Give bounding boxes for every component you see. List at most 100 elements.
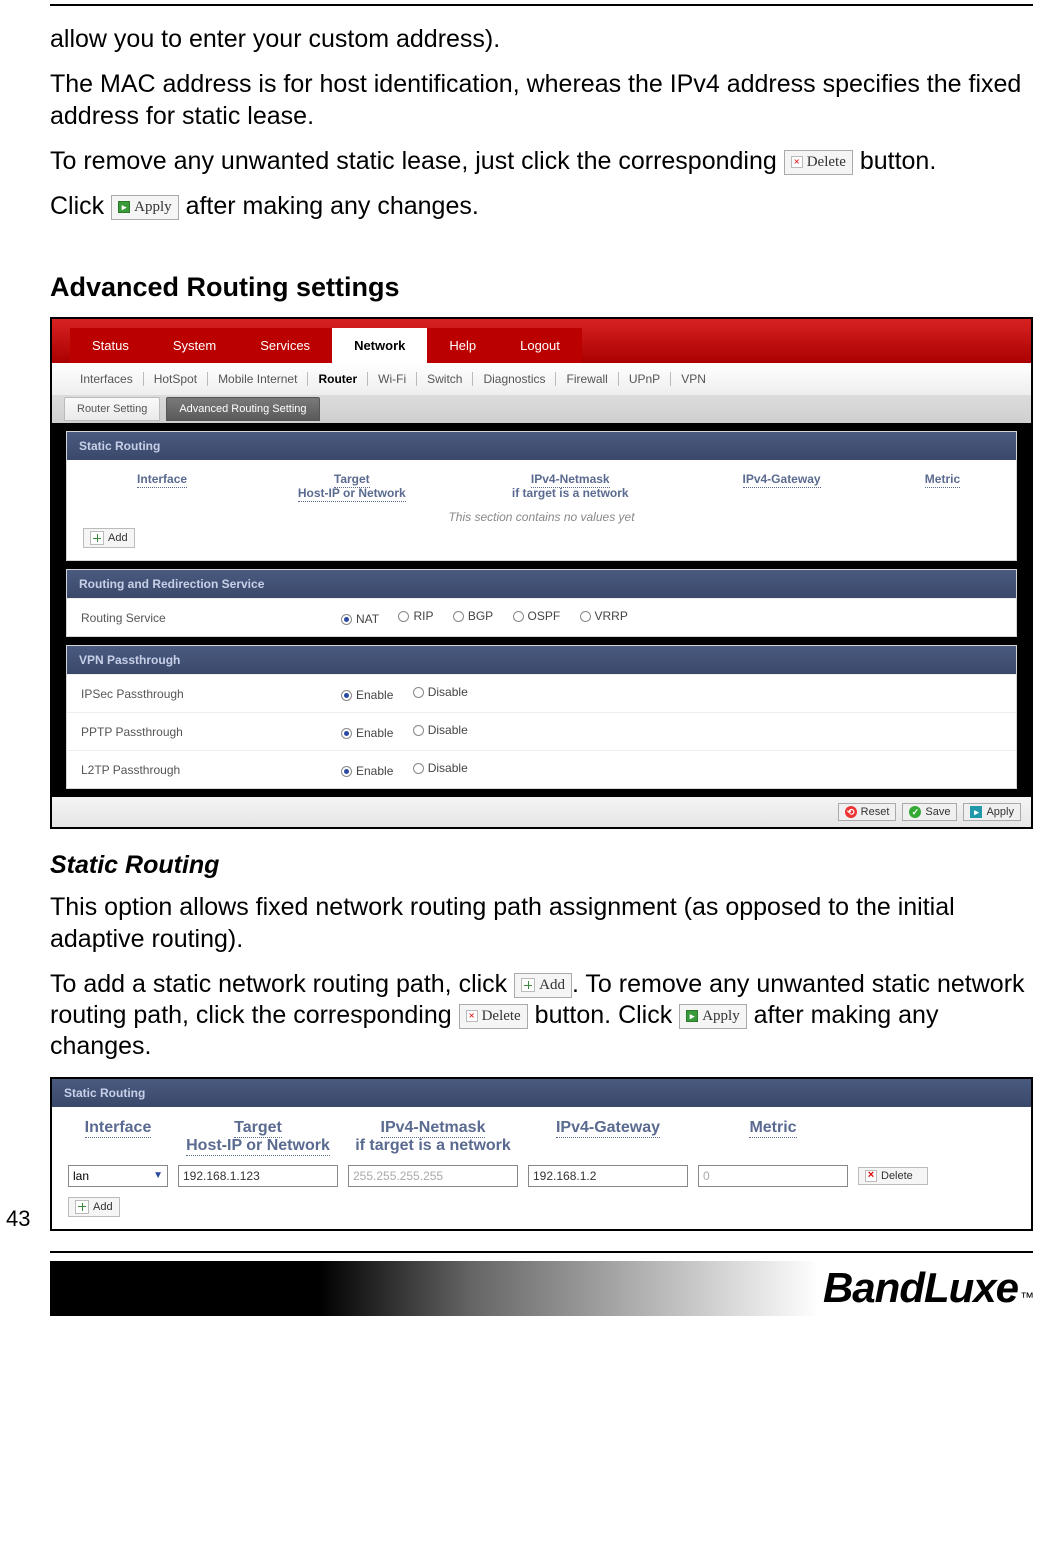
col-netmask: IPv4-Netmaskif target is a network bbox=[462, 472, 678, 500]
subtab-switch[interactable]: Switch bbox=[416, 372, 472, 386]
select-value: lan bbox=[73, 1169, 89, 1183]
radio-icon bbox=[413, 725, 424, 736]
metric-input[interactable] bbox=[698, 1165, 848, 1187]
subtab-diagnostics[interactable]: Diagnostics bbox=[472, 372, 555, 386]
page-tab-advanced-routing[interactable]: Advanced Routing Setting bbox=[166, 397, 319, 421]
static-routing-example: Static Routing Interface TargetHost-IP o… bbox=[50, 1077, 1033, 1231]
static-routing-panel: Static Routing Interface TargetHost-IP o… bbox=[66, 431, 1017, 561]
apply-button[interactable]: ▸Apply bbox=[963, 803, 1021, 821]
subsection-heading: Static Routing bbox=[50, 851, 1033, 880]
delete-button[interactable]: ×Delete bbox=[459, 1004, 528, 1029]
subtab-wifi[interactable]: Wi-Fi bbox=[367, 372, 416, 386]
delete-button[interactable]: ×Delete bbox=[784, 150, 853, 175]
col-target: TargetHost-IP or Network bbox=[251, 472, 452, 500]
col-gateway: IPv4-Gateway bbox=[528, 1119, 688, 1155]
paragraph: allow you to enter your custom address). bbox=[50, 24, 1033, 55]
netmask-input[interactable] bbox=[348, 1165, 518, 1187]
paragraph: This option allows fixed network routing… bbox=[50, 892, 1033, 955]
radio-nat[interactable]: NAT bbox=[341, 612, 379, 626]
radio-icon bbox=[341, 766, 352, 777]
radio-enable[interactable]: Enable bbox=[341, 688, 393, 702]
plus-icon bbox=[90, 531, 104, 545]
plus-icon bbox=[75, 1200, 89, 1214]
tab-services[interactable]: Services bbox=[238, 328, 332, 363]
top-rule bbox=[50, 4, 1033, 6]
tab-status[interactable]: Status bbox=[70, 328, 151, 363]
subtab-mobile-internet[interactable]: Mobile Internet bbox=[207, 372, 307, 386]
col-metric: Metric bbox=[885, 472, 1000, 500]
reset-button[interactable]: ⟲Reset bbox=[838, 803, 897, 821]
subtab-upnp[interactable]: UPnP bbox=[618, 372, 670, 386]
empty-message: This section contains no values yet bbox=[83, 500, 1000, 528]
row-label: IPSec Passthrough bbox=[81, 687, 341, 701]
play-icon: ▸ bbox=[970, 806, 982, 818]
subtab-router[interactable]: Router bbox=[307, 372, 367, 386]
target-input[interactable] bbox=[178, 1165, 338, 1187]
radio-label: VRRP bbox=[595, 609, 628, 623]
tab-help[interactable]: Help bbox=[427, 328, 498, 363]
subtab-hotspot[interactable]: HotSpot bbox=[143, 372, 207, 386]
radio-icon bbox=[413, 687, 424, 698]
radio-label: Disable bbox=[428, 685, 468, 699]
radio-label: OSPF bbox=[528, 609, 561, 623]
radio-label: Disable bbox=[428, 723, 468, 737]
radio-icon bbox=[580, 611, 591, 622]
radio-disable[interactable]: Disable bbox=[413, 723, 468, 737]
subtab-firewall[interactable]: Firewall bbox=[555, 372, 617, 386]
col-gateway: IPv4-Gateway bbox=[688, 472, 875, 500]
plus-icon bbox=[521, 978, 535, 992]
play-icon: ▸ bbox=[686, 1010, 698, 1022]
tab-system[interactable]: System bbox=[151, 328, 238, 363]
tab-network[interactable]: Network bbox=[332, 328, 427, 363]
col-interface: Interface bbox=[68, 1119, 168, 1155]
page-tab-router-setting[interactable]: Router Setting bbox=[64, 397, 160, 421]
add-button[interactable]: Add bbox=[68, 1197, 120, 1217]
radio-disable[interactable]: Disable bbox=[413, 761, 468, 775]
close-icon: × bbox=[865, 1170, 877, 1182]
subtab-vpn[interactable]: VPN bbox=[670, 372, 716, 386]
text: Click bbox=[50, 192, 111, 220]
brand-text: BandLuxe bbox=[823, 1264, 1018, 1312]
gateway-input[interactable] bbox=[528, 1165, 688, 1187]
button-label: Add bbox=[93, 1201, 113, 1213]
action-footer: ⟲Reset ✓ Save ▸Apply bbox=[52, 797, 1031, 827]
delete-button[interactable]: × Delete bbox=[858, 1167, 928, 1185]
radio-ospf[interactable]: OSPF bbox=[513, 609, 561, 623]
radio-bgp[interactable]: BGP bbox=[453, 609, 493, 623]
radio-group: Enable Disable bbox=[341, 685, 1002, 702]
check-icon: ✓ bbox=[909, 806, 921, 818]
tab-logout[interactable]: Logout bbox=[498, 328, 582, 363]
button-label: Delete bbox=[881, 1170, 913, 1182]
apply-button[interactable]: ▸ Apply bbox=[679, 1004, 747, 1029]
subtab-interfaces[interactable]: Interfaces bbox=[70, 372, 143, 386]
radio-icon bbox=[341, 728, 352, 739]
paragraph: To remove any unwanted static lease, jus… bbox=[50, 146, 1033, 177]
bottom-rule bbox=[50, 1251, 1033, 1253]
radio-icon bbox=[413, 763, 424, 774]
radio-rip[interactable]: RIP bbox=[398, 609, 433, 623]
section-heading: Advanced Routing settings bbox=[50, 272, 1033, 303]
button-label: Apply bbox=[702, 1007, 740, 1026]
radio-vrrp[interactable]: VRRP bbox=[580, 609, 628, 623]
interface-select[interactable]: lan▼ bbox=[68, 1165, 168, 1187]
radio-icon bbox=[398, 611, 409, 622]
panel-title: VPN Passthrough bbox=[67, 646, 1016, 674]
add-button[interactable]: Add bbox=[514, 973, 572, 998]
radio-group: NAT RIP BGP OSPF VRRP bbox=[341, 609, 1002, 626]
radio-icon bbox=[341, 614, 352, 625]
text: To remove any unwanted static lease, jus… bbox=[50, 147, 784, 175]
text: after making any changes. bbox=[186, 192, 479, 220]
col-target: TargetHost-IP or Network bbox=[178, 1119, 338, 1155]
add-button[interactable]: Add bbox=[83, 528, 135, 548]
button-label: Save bbox=[925, 806, 950, 818]
routing-service-panel: Routing and Redirection Service Routing … bbox=[66, 569, 1017, 637]
radio-enable[interactable]: Enable bbox=[341, 764, 393, 778]
button-label: Delete bbox=[482, 1007, 521, 1026]
apply-button[interactable]: ▸Apply bbox=[111, 195, 179, 220]
button-label: Apply bbox=[134, 198, 172, 217]
radio-enable[interactable]: Enable bbox=[341, 726, 393, 740]
radio-disable[interactable]: Disable bbox=[413, 685, 468, 699]
button-label: Reset bbox=[861, 806, 890, 818]
save-button[interactable]: ✓ Save bbox=[902, 803, 957, 821]
trademark-symbol: ™ bbox=[1020, 1289, 1033, 1305]
